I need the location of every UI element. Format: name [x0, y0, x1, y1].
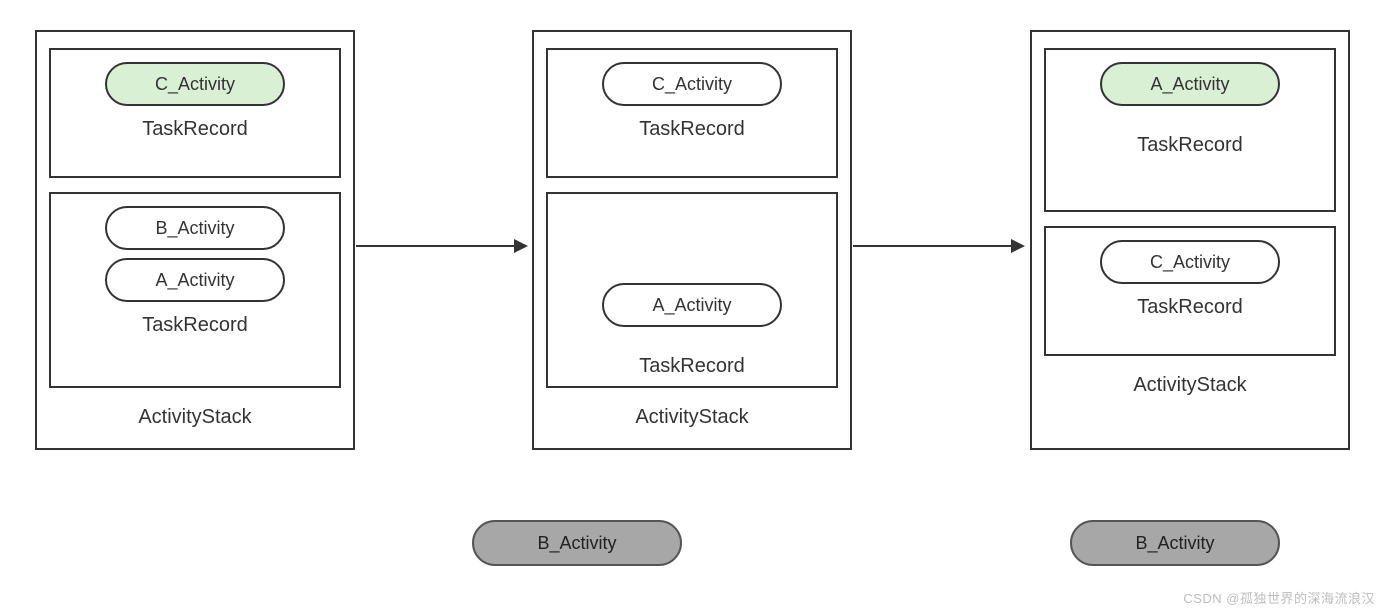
activity-pill-a: A_Activity: [602, 283, 782, 327]
activity-pill-c: C_Activity: [105, 62, 285, 106]
task-record-label: TaskRecord: [1137, 134, 1243, 157]
watermark-text: CSDN @孤独世界的深海流浪汉: [1183, 588, 1375, 607]
activity-stack-label: ActivityStack: [635, 406, 748, 429]
activity-stack-label: ActivityStack: [1133, 374, 1246, 397]
task-record-2a: C_Activity TaskRecord: [546, 48, 838, 178]
task-record-label: TaskRecord: [1137, 296, 1243, 319]
task-record-label: TaskRecord: [142, 118, 248, 141]
task-record-label: TaskRecord: [142, 314, 248, 337]
task-record-1a: C_Activity TaskRecord: [49, 48, 341, 178]
task-record-label: TaskRecord: [639, 118, 745, 141]
arrow-2-to-3: [853, 245, 1023, 247]
activity-pill-b: B_Activity: [105, 206, 285, 250]
task-record-3b: C_Activity TaskRecord: [1044, 226, 1336, 356]
activity-pill-a: A_Activity: [1100, 62, 1280, 106]
task-record-label: TaskRecord: [639, 355, 745, 378]
task-record-3a: A_Activity TaskRecord: [1044, 48, 1336, 212]
activity-stack-3: A_Activity TaskRecord C_Activity TaskRec…: [1030, 30, 1350, 450]
activity-stack-label: ActivityStack: [138, 406, 251, 429]
arrow-1-to-2: [356, 245, 526, 247]
activity-pill-c: C_Activity: [1100, 240, 1280, 284]
activity-stack-2: C_Activity TaskRecord A_Activity TaskRec…: [532, 30, 852, 450]
activity-stack-1: C_Activity TaskRecord B_Activity A_Activ…: [35, 30, 355, 450]
task-record-1b: B_Activity A_Activity TaskRecord: [49, 192, 341, 388]
diagram-canvas: C_Activity TaskRecord B_Activity A_Activ…: [0, 0, 1381, 609]
removed-activity-b-1: B_Activity: [472, 520, 682, 566]
task-record-2b: A_Activity TaskRecord: [546, 192, 838, 388]
activity-pill-c: C_Activity: [602, 62, 782, 106]
removed-activity-b-2: B_Activity: [1070, 520, 1280, 566]
activity-pill-a: A_Activity: [105, 258, 285, 302]
